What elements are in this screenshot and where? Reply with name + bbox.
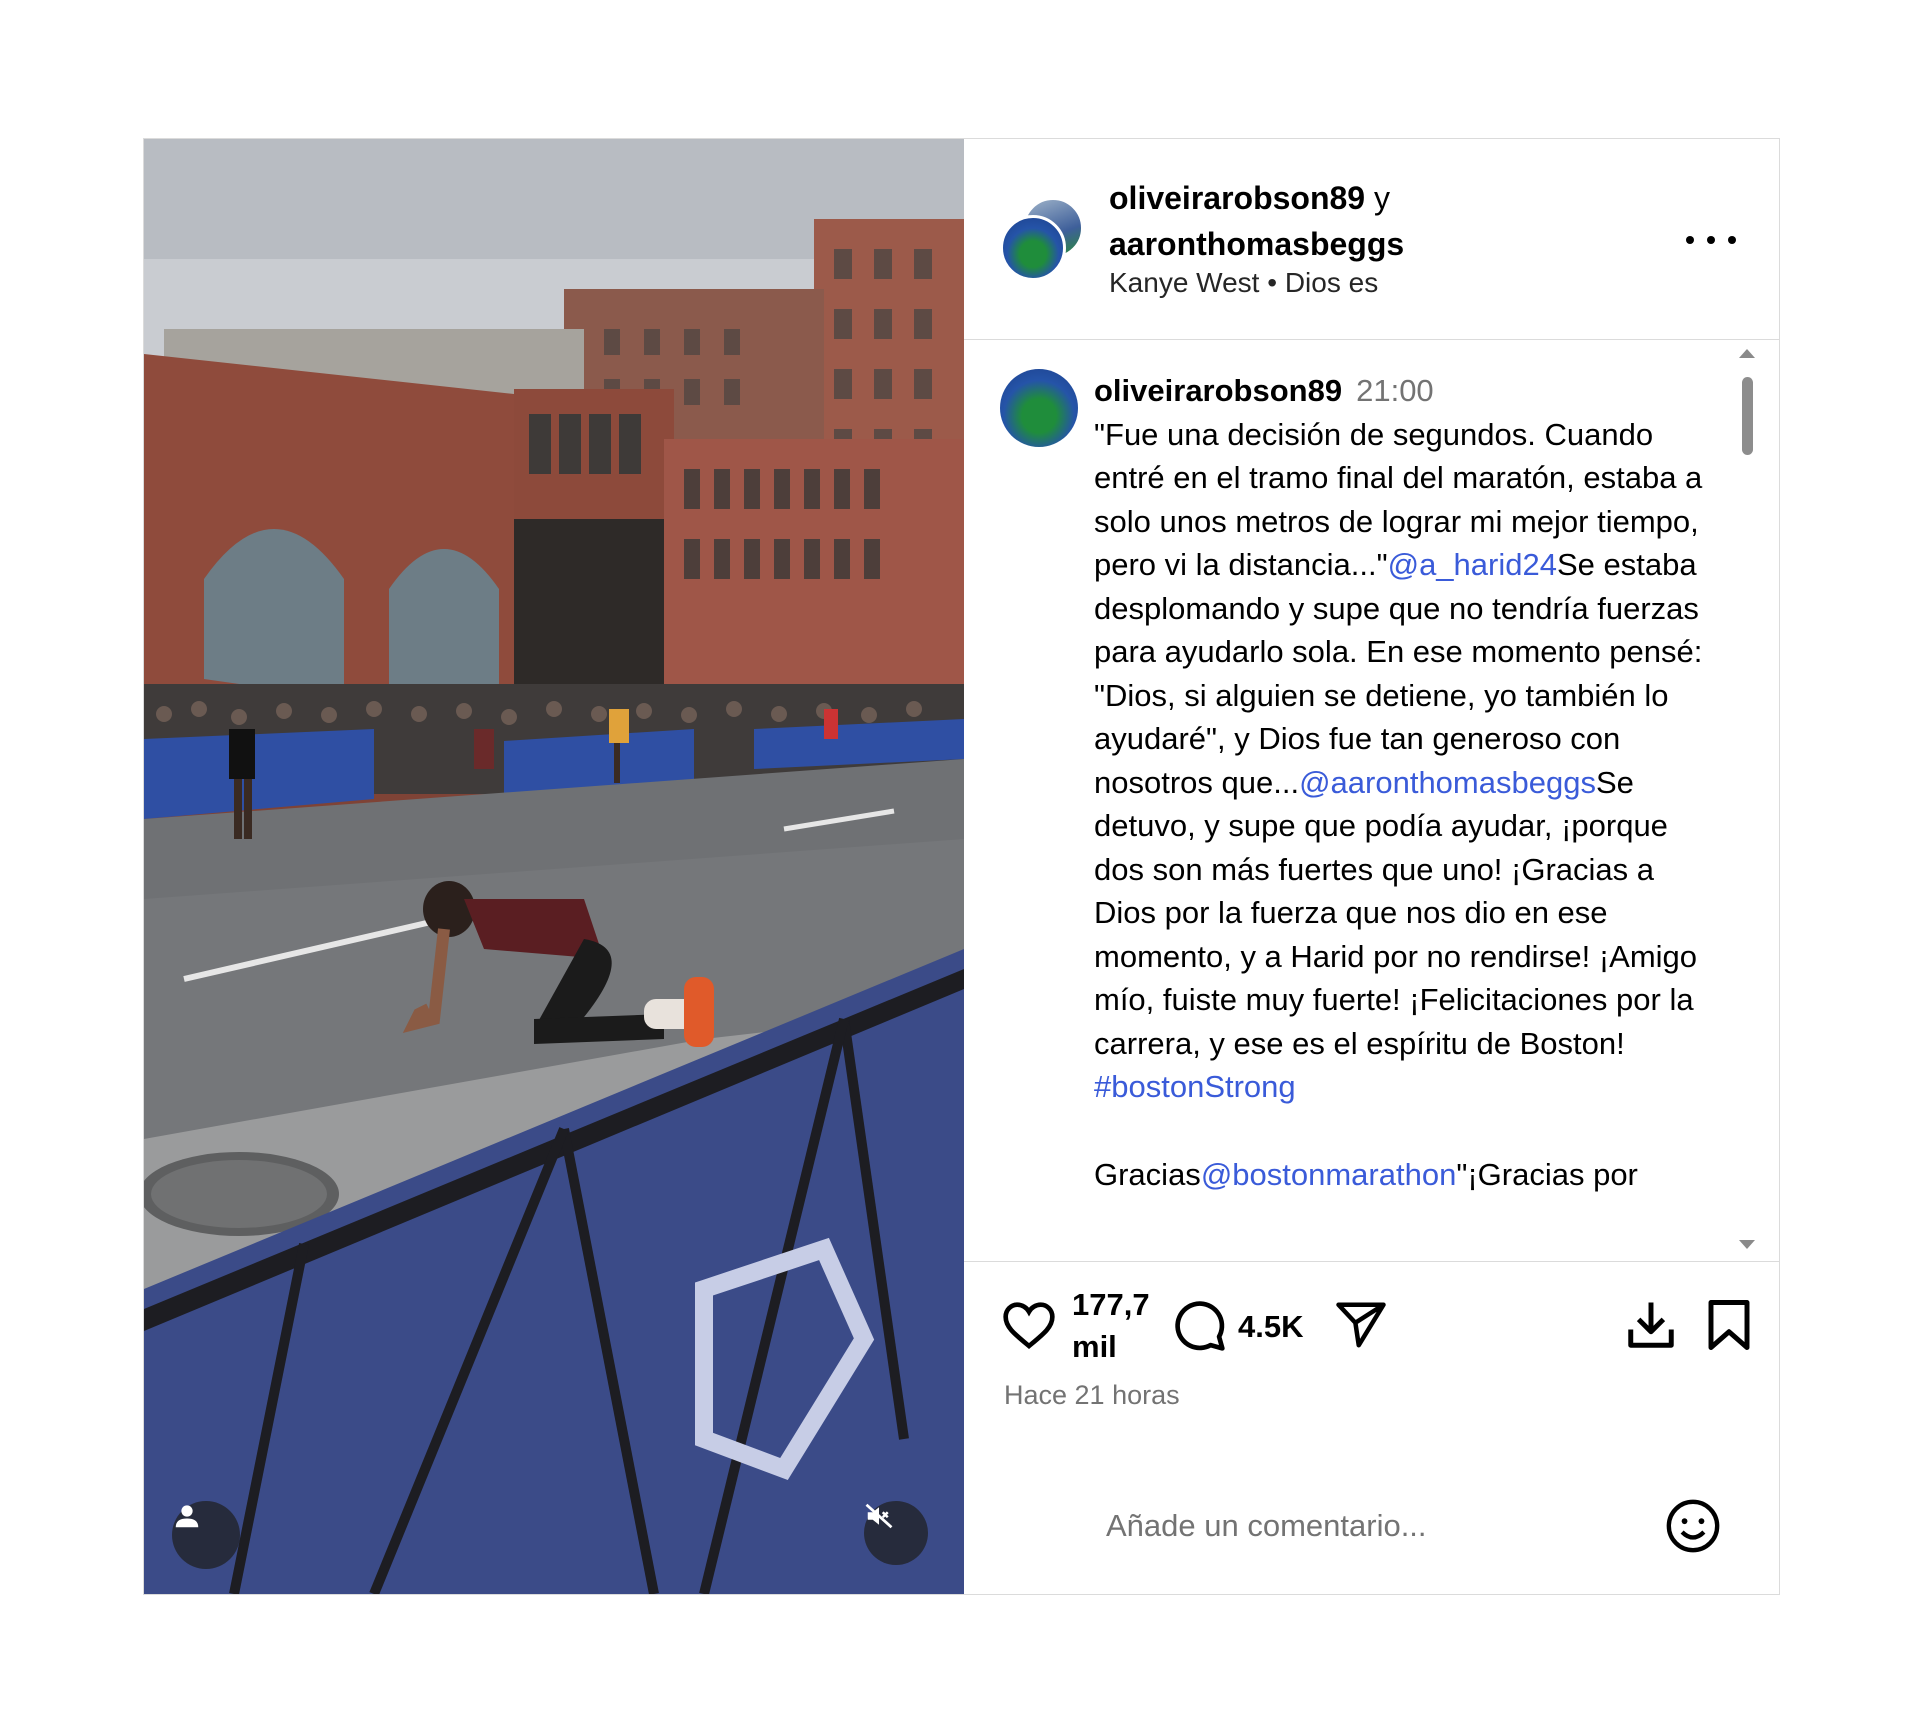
download-button[interactable] — [1622, 1296, 1680, 1354]
more-options-icon[interactable] — [1686, 225, 1736, 255]
share-button[interactable] — [1332, 1296, 1390, 1354]
audio-info[interactable]: Kanye West • Dios es — [1109, 267, 1378, 299]
emoji-button[interactable] — [1664, 1497, 1722, 1555]
post-timestamp[interactable]: Hace 21 horas — [1004, 1380, 1180, 1411]
download-icon — [1628, 1302, 1674, 1348]
mute-button[interactable] — [864, 1501, 928, 1565]
caption-time: 21:00 — [1356, 373, 1434, 408]
scroll-up-arrow[interactable] — [1739, 349, 1755, 358]
caption-p2-prefix: Gracias — [1094, 1156, 1201, 1192]
hashtag-bostonstrong[interactable]: #bostonStrong — [1094, 1069, 1296, 1104]
like-count-line2: mil — [1072, 1329, 1117, 1364]
bookmark-icon — [1708, 1300, 1750, 1350]
avatar-oliveirarobson89[interactable] — [1000, 215, 1066, 281]
caption-paragraph-2: Gracias@bostonmarathon"¡Gracias por — [1094, 1153, 1714, 1197]
username-link-1[interactable]: oliveirarobson89 — [1109, 180, 1365, 216]
comments-section[interactable]: oliveirarobson89 21:00 "Fue una decisión … — [964, 339, 1779, 1261]
audio-separator: • — [1267, 267, 1278, 298]
instagram-post: oliveirarobson89 y aaronthomasbeggs Kany… — [143, 138, 1780, 1595]
like-button[interactable] — [1000, 1296, 1058, 1354]
user-icon — [175, 1505, 199, 1528]
post-header: oliveirarobson89 y aaronthomasbeggs Kany… — [964, 139, 1779, 340]
comment-button[interactable] — [1170, 1296, 1228, 1354]
caption-avatar[interactable] — [1000, 369, 1078, 447]
like-count[interactable]: 177,7 mil — [1072, 1284, 1150, 1368]
emoji-icon — [1666, 1499, 1720, 1553]
connector-text: y — [1373, 180, 1390, 216]
caption: oliveirarobson89 21:00 "Fue una decisión … — [1094, 369, 1714, 1196]
caption-text-part-3: Se detuvo, y supe que podía ayudar, ¡por… — [1094, 764, 1698, 1061]
post-video[interactable] — [144, 139, 964, 1594]
heart-icon — [1003, 1302, 1055, 1350]
like-count-line1: 177,7 — [1072, 1287, 1150, 1322]
collab-avatars[interactable] — [1000, 197, 1084, 281]
action-bar: 177,7 mil 4.5K Hace 21 horas — [964, 1261, 1779, 1462]
caption-text: "Fue una decisión de segundos. Cuando en… — [1094, 413, 1714, 1109]
comment-bubble-icon — [1175, 1301, 1225, 1351]
mention-aaronthomasbeggs[interactable]: @aaronthomasbeggs — [1299, 765, 1596, 800]
user-tags-button[interactable] — [172, 1501, 240, 1569]
caption-username[interactable]: oliveirarobson89 — [1094, 373, 1342, 408]
add-comment-bar — [964, 1461, 1779, 1594]
save-button[interactable] — [1700, 1296, 1758, 1354]
mention-a-harid24[interactable]: @a_harid24 — [1388, 547, 1557, 582]
comment-count[interactable]: 4.5K — [1238, 1306, 1303, 1348]
scroll-down-arrow[interactable] — [1739, 1240, 1755, 1249]
post-details-panel: oliveirarobson89 y aaronthomasbeggs Kany… — [964, 139, 1779, 1594]
scrollbar-thumb[interactable] — [1742, 377, 1753, 455]
scrollbar[interactable] — [1739, 349, 1759, 1249]
marathon-scene-image — [144, 139, 964, 1594]
audio-artist[interactable]: Kanye West — [1109, 267, 1259, 298]
caption-text-part-2: Se estaba desplomando y supe que no tend… — [1094, 547, 1703, 800]
mention-bostonmarathon[interactable]: @bostonmarathon — [1201, 1157, 1457, 1192]
comment-input[interactable] — [1104, 1497, 1628, 1555]
collab-usernames: oliveirarobson89 y aaronthomasbeggs — [1109, 175, 1404, 267]
audio-title[interactable]: Dios es — [1285, 267, 1378, 298]
username-link-2[interactable]: aaronthomasbeggs — [1109, 226, 1404, 262]
caption-p2-suffix: "¡Gracias por — [1456, 1156, 1638, 1192]
paper-plane-icon — [1336, 1302, 1386, 1348]
speaker-muted-icon — [865, 1503, 893, 1529]
